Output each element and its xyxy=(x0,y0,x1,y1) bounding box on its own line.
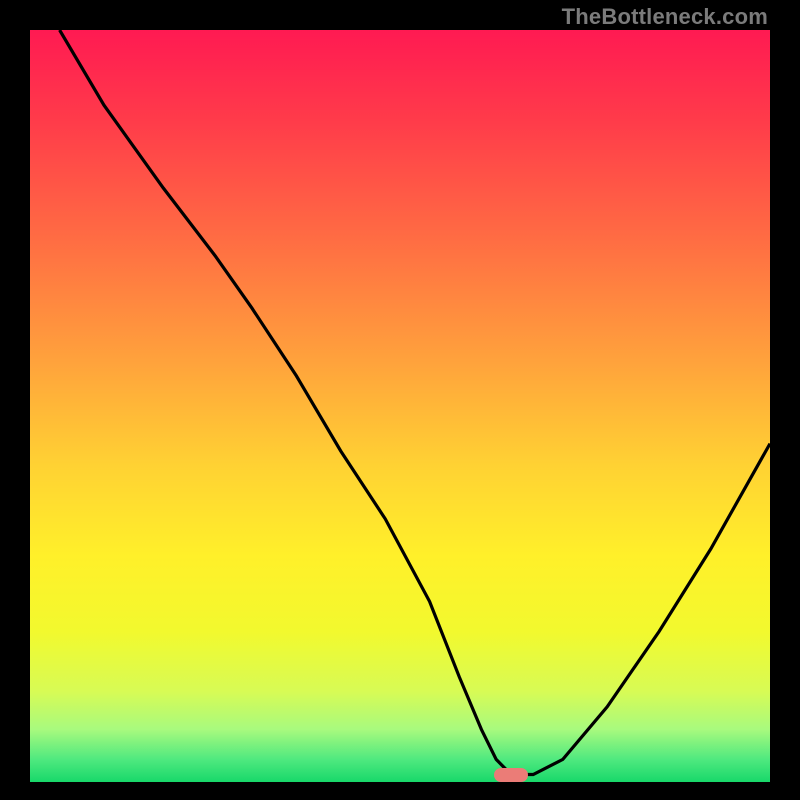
frame-right xyxy=(770,0,800,800)
watermark-text: TheBottleneck.com xyxy=(562,4,768,30)
plot-area xyxy=(30,30,770,782)
frame-left xyxy=(0,0,30,800)
curve-path xyxy=(60,30,770,775)
frame-bottom xyxy=(0,782,800,800)
optimal-marker xyxy=(494,768,528,782)
bottleneck-curve xyxy=(30,30,770,782)
chart-stage: TheBottleneck.com xyxy=(0,0,800,800)
